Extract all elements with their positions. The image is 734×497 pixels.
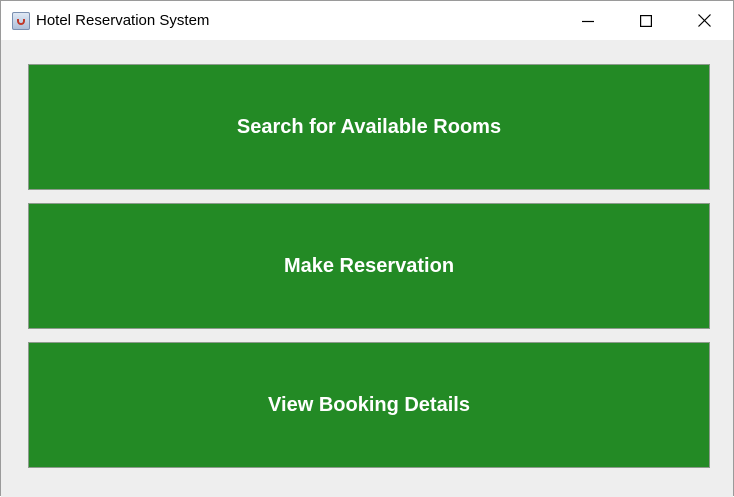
window-controls	[559, 1, 733, 40]
close-icon	[697, 14, 711, 27]
maximize-icon	[640, 14, 652, 27]
close-button[interactable]	[675, 1, 733, 40]
minimize-button[interactable]	[559, 1, 617, 40]
make-reservation-button[interactable]: Make Reservation	[28, 203, 710, 329]
minimize-icon	[582, 20, 594, 22]
maximize-button[interactable]	[617, 1, 675, 40]
view-booking-details-button[interactable]: View Booking Details	[28, 342, 710, 468]
java-cup-icon[interactable]	[12, 11, 30, 30]
window-title: Hotel Reservation System	[36, 12, 210, 29]
search-rooms-button[interactable]: Search for Available Rooms	[28, 64, 710, 190]
title-bar[interactable]: Hotel Reservation System	[1, 1, 733, 40]
app-window: Hotel Reservation System Search for Avai…	[0, 0, 734, 497]
content-panel: Search for Available Rooms Make Reservat…	[1, 40, 733, 497]
